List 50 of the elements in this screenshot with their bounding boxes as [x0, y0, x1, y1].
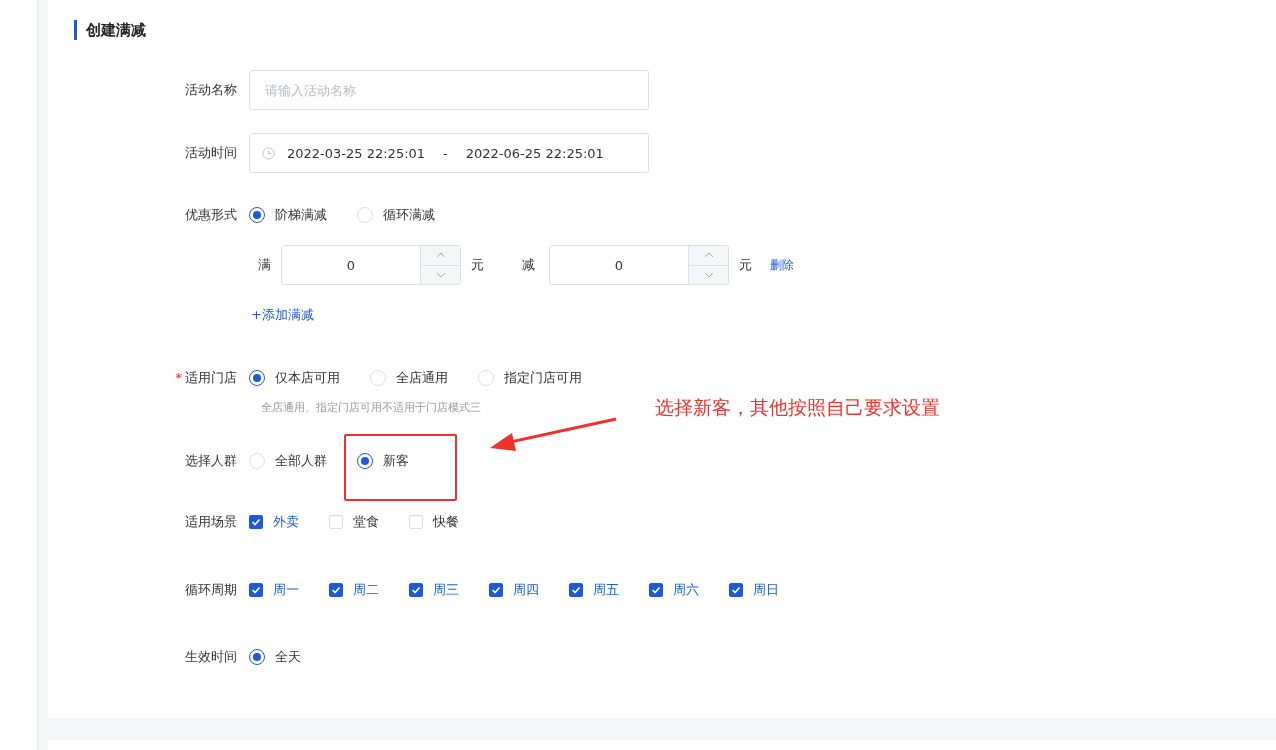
field-label: * 适用门店: [174, 369, 238, 387]
checkbox-icon: [489, 583, 503, 597]
clock-icon: [262, 146, 275, 160]
delete-link[interactable]: 删除: [770, 256, 794, 274]
checkbox-option[interactable]: 快餐: [409, 513, 459, 531]
radio-option[interactable]: 仅本店可用: [249, 369, 340, 387]
radio-option[interactable]: 新客: [357, 452, 409, 470]
radio-option[interactable]: 全店通用: [370, 369, 448, 387]
checkbox-option[interactable]: 周五: [569, 581, 619, 599]
section-title: 创建满减: [74, 20, 1276, 40]
checkbox-icon: [569, 583, 583, 597]
checkbox-option[interactable]: 周一: [249, 581, 299, 599]
input-field[interactable]: 请输入活动名称: [249, 70, 649, 110]
checkbox-icon: [409, 515, 423, 529]
checkbox-icon: [329, 583, 343, 597]
add-tier-link[interactable]: +添加满减: [251, 306, 314, 324]
radio-option[interactable]: 全天: [249, 648, 301, 666]
radio-option[interactable]: 阶梯满减: [249, 206, 327, 224]
radio-option[interactable]: 全部人群: [249, 452, 327, 470]
field-label: 选择人群: [184, 452, 238, 470]
checkbox-icon: [249, 583, 263, 597]
checkbox-icon: [249, 515, 263, 529]
radio-option[interactable]: 指定门店可用: [478, 369, 582, 387]
unit-label: 元: [471, 256, 484, 274]
radio-option[interactable]: 循环满减: [357, 206, 435, 224]
checkbox-option[interactable]: 周二: [329, 581, 379, 599]
checkbox-option[interactable]: 周六: [649, 581, 699, 599]
checkbox-option[interactable]: 周日: [729, 581, 779, 599]
field-label: 优惠形式: [184, 206, 238, 224]
checkbox-icon: [329, 515, 343, 529]
checkbox-icon: [729, 583, 743, 597]
field-label: 活动名称: [184, 81, 238, 99]
full-label: 满: [258, 256, 271, 274]
checkbox-option[interactable]: 周四: [489, 581, 539, 599]
checkbox-icon: [649, 583, 663, 597]
annotation-text: 选择新客，其他按照自己要求设置: [655, 395, 940, 420]
field-label: 生效时间: [184, 648, 238, 666]
checkbox-option[interactable]: 外卖: [249, 513, 299, 531]
checkbox-option[interactable]: 堂食: [329, 513, 379, 531]
checkbox-icon: [409, 583, 423, 597]
checkbox-option[interactable]: 周三: [409, 581, 459, 599]
unit-label: 元: [739, 256, 752, 274]
number-input[interactable]: 0: [281, 245, 461, 285]
field-label: 循环周期: [184, 581, 238, 599]
number-input[interactable]: 0: [549, 245, 729, 285]
field-label: 活动时间: [184, 144, 238, 162]
field-label: 适用场景: [184, 513, 238, 531]
minus-label: 减: [522, 256, 535, 274]
arrow-icon: [490, 417, 618, 452]
date-range-field[interactable]: 2022-03-25 22:25:01 - 2022-06-25 22:25:01: [249, 133, 649, 173]
